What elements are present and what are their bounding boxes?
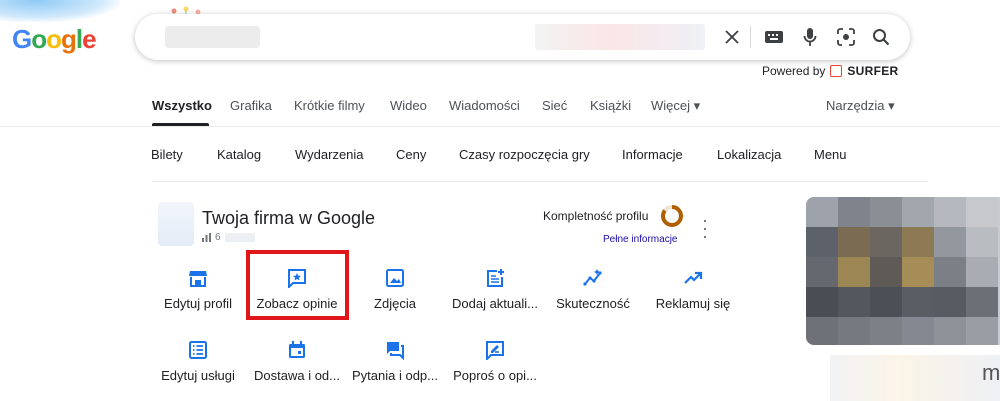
chip-menu[interactable]: Menu (814, 147, 847, 162)
chip-game-times[interactable]: Czasy rozpoczęcia gry (459, 147, 590, 162)
post-add-icon (487, 269, 504, 287)
bar-chart-icon (202, 233, 211, 242)
tab-books[interactable]: Książki (590, 98, 631, 113)
performance-button[interactable]: Skuteczność (543, 268, 643, 311)
business-stat-blurred (224, 233, 255, 242)
search-bar[interactable] (135, 14, 910, 60)
photos-button[interactable]: Zdjęcia (345, 268, 445, 311)
tab-all[interactable]: Wszystko (152, 98, 212, 113)
rate-review-icon (486, 341, 504, 360)
delivery-pickup-button[interactable]: Dostawa i od... (247, 340, 347, 383)
profile-completeness-ring-icon (661, 205, 683, 227)
surfer-logo-icon (830, 65, 843, 77)
tab-videos[interactable]: Wideo (390, 98, 427, 113)
trending-up-icon (684, 271, 703, 284)
lens-camera-icon[interactable] (833, 24, 859, 50)
tab-images[interactable]: Grafika (230, 98, 272, 113)
profile-completeness-label: Kompletność profilu (543, 209, 649, 223)
image-icon (386, 269, 404, 287)
ask-for-reviews-button[interactable]: Poproś o opi... (445, 340, 545, 383)
edit-services-button[interactable]: Edytuj usługi (148, 340, 248, 383)
more-options-icon[interactable]: · · · (700, 211, 710, 245)
forum-icon (387, 342, 404, 360)
calendar-icon (289, 341, 305, 358)
add-update-button[interactable]: Dodaj aktuali... (445, 268, 545, 311)
tab-web[interactable]: Sieć (542, 98, 567, 113)
chip-prices[interactable]: Ceny (396, 147, 426, 162)
full-info-link[interactable]: Pełne informacje (603, 234, 677, 245)
search-icon[interactable] (868, 24, 894, 50)
clear-icon[interactable] (719, 24, 745, 50)
tabs-divider (0, 126, 1000, 127)
tab-more[interactable]: Więcej ▾ (651, 98, 700, 114)
tab-short-videos[interactable]: Krótkie filmy (294, 98, 365, 113)
business-photo-thumbnail[interactable] (806, 197, 1000, 345)
search-tabs: Wszystko Grafika Krótkie filmy Wideo Wia… (152, 98, 902, 128)
powered-by-surfer[interactable]: Powered by SURFER (762, 64, 899, 78)
search-query-blurred[interactable] (165, 26, 260, 48)
right-panel-fragment: m (982, 360, 1000, 385)
business-title: Twoja firma w Google (202, 208, 376, 228)
doodle-sky (0, 0, 120, 22)
storefront-icon (189, 271, 207, 287)
search-query-blurred-tail (535, 24, 705, 50)
business-avatar (158, 202, 194, 246)
insights-icon (583, 269, 602, 286)
reviews-highlight-box (246, 250, 349, 320)
chip-events[interactable]: Wydarzenia (295, 147, 364, 162)
chip-location[interactable]: Lokalizacja (717, 147, 781, 162)
advertise-button[interactable]: Reklamuj się (643, 268, 743, 311)
microphone-icon[interactable] (797, 24, 823, 50)
chip-tickets[interactable]: Bilety (151, 147, 183, 162)
keyboard-icon[interactable] (761, 24, 787, 50)
chip-catalog[interactable]: Katalog (217, 147, 261, 162)
google-logo[interactable]: Google (12, 24, 97, 55)
business-stat: 6 (202, 232, 255, 243)
chips-divider (152, 181, 928, 182)
tools-button[interactable]: Narzędzia ▾ (826, 98, 895, 114)
edit-profile-button[interactable]: Edytuj profil (148, 268, 248, 311)
list-icon (189, 341, 207, 359)
search-divider (750, 26, 751, 48)
questions-answers-button[interactable]: Pytania i odp... (345, 340, 445, 383)
tab-news[interactable]: Wiadomości (449, 98, 520, 113)
right-panel-blurred (830, 355, 1000, 401)
chip-information[interactable]: Informacje (622, 147, 683, 162)
